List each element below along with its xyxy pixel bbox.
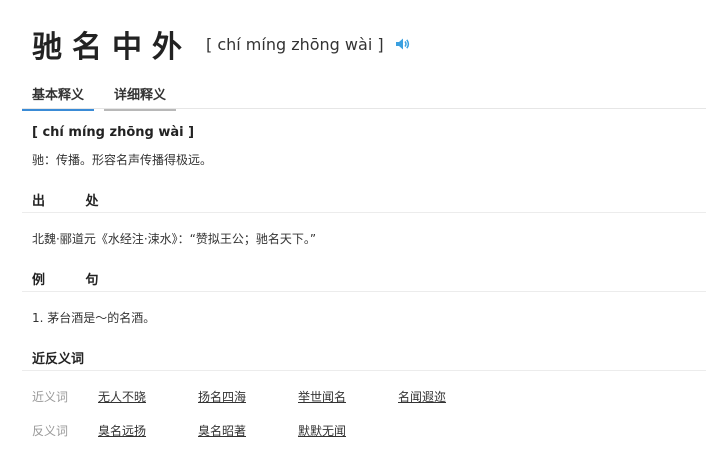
example-title: 例 句 (32, 273, 117, 288)
synonym-label: 近义词 (32, 390, 69, 404)
antonym-link[interactable]: 臭名昭著 (198, 422, 246, 439)
antonym-link[interactable]: 默默无闻 (298, 422, 346, 439)
example-text: 1. 茅台酒是～的名酒。 (32, 311, 156, 325)
basic-definition: 驰：传播。形容名声传播得极远。 (32, 153, 213, 167)
synonym-link[interactable]: 名闻遐迩 (398, 388, 446, 405)
basic-pinyin: [ chí míng zhōng wài ] (32, 125, 195, 140)
idiom-word: 驰名中外 (32, 30, 192, 65)
definition-tabs: 基本释义 详细释义 (22, 80, 186, 111)
relations-title: 近反义词 (32, 352, 85, 367)
speaker-icon[interactable] (394, 36, 410, 52)
relations-divider (22, 370, 706, 371)
idiom-pinyin: [ chí míng zhōng wài ] (206, 34, 384, 54)
source-text: 北魏·郦道元《水经注·涑水》：“赞拟王公；驰名天下。” (32, 232, 317, 246)
source-title: 出 处 (32, 194, 117, 209)
source-divider (22, 212, 706, 213)
synonym-link[interactable]: 举世闻名 (298, 388, 346, 405)
idiom-header: 驰名中外 [ chí míng zhōng wài ] (32, 22, 410, 66)
synonym-link[interactable]: 扬名四海 (198, 388, 246, 405)
tab-divider (22, 108, 706, 109)
synonym-link[interactable]: 无人不晓 (98, 388, 146, 405)
antonym-label: 反义词 (32, 424, 69, 438)
idiom-page: 驰名中外 [ chí míng zhōng wài ] 基本释义 详细释义 [ … (0, 0, 706, 449)
example-divider (22, 291, 706, 292)
tab-detailed-definition[interactable]: 详细释义 (104, 80, 177, 111)
tab-basic-definition[interactable]: 基本释义 (22, 80, 95, 111)
antonym-link[interactable]: 臭名远扬 (98, 422, 146, 439)
